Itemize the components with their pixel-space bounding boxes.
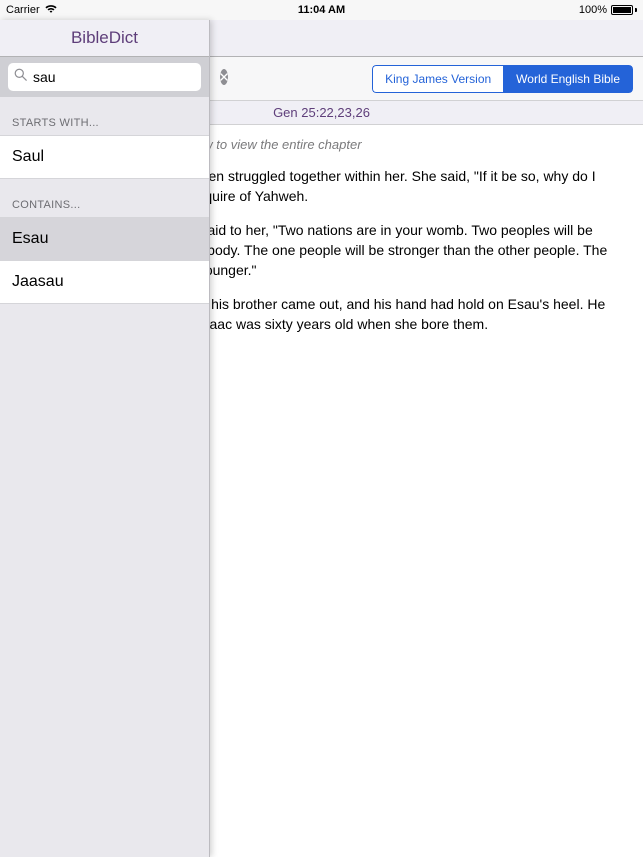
section-contains: CONTAINS...: [0, 179, 209, 217]
clear-search-button[interactable]: [220, 69, 228, 85]
section-starts-with: STARTS WITH...: [0, 97, 209, 135]
panel-title: BibleDict: [0, 20, 209, 57]
status-bar: Carrier 11:04 AM 100%: [0, 0, 643, 20]
result-item[interactable]: Jaasau: [0, 261, 209, 304]
wifi-icon: [44, 4, 58, 17]
tab-kjv[interactable]: King James Version: [372, 65, 503, 93]
result-item[interactable]: Esau: [0, 217, 209, 261]
search-panel: BibleDict STARTS WITH... Saul CONTAINS..…: [0, 20, 210, 857]
result-item[interactable]: Saul: [0, 135, 209, 179]
search-field[interactable]: [8, 63, 201, 91]
battery-icon: [611, 5, 637, 15]
search-icon: [14, 68, 27, 86]
search-results[interactable]: STARTS WITH... Saul CONTAINS... EsauJaas…: [0, 97, 209, 857]
tab-web[interactable]: World English Bible: [503, 65, 633, 93]
carrier-label: Carrier: [6, 4, 40, 16]
search-input[interactable]: [27, 69, 220, 85]
battery-percent: 100%: [579, 4, 607, 16]
clock: 11:04 AM: [298, 4, 345, 16]
version-segmented[interactable]: King James Version World English Bible: [372, 65, 633, 93]
